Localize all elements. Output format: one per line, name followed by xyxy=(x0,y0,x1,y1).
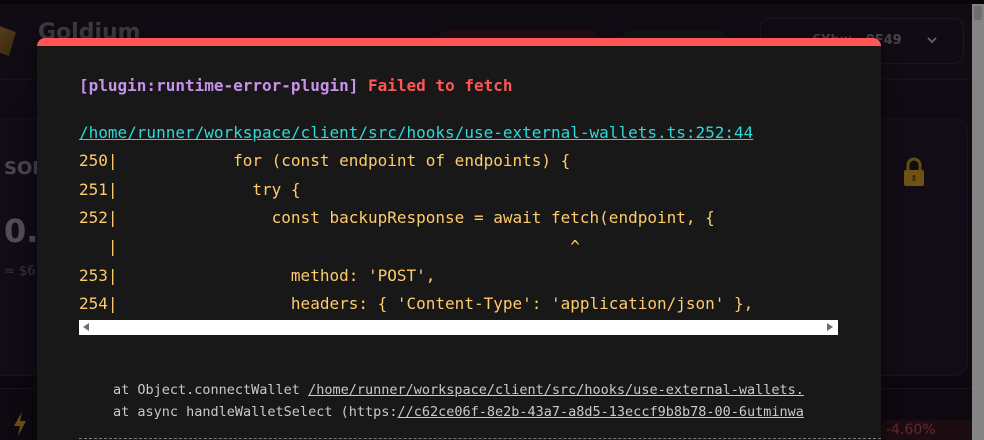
code-line: 251| try { xyxy=(79,179,301,199)
error-overlay: [plugin:runtime-error-plugin] Failed to … xyxy=(37,38,881,440)
stack-frame-text: at async handleWalletSelect (https: xyxy=(113,404,398,420)
stack-trace: at Object.connectWallet /home/runner/wor… xyxy=(113,379,804,423)
scroll-right-icon[interactable] xyxy=(827,323,833,331)
error-text: Failed to fetch xyxy=(368,76,513,95)
code-line: 250| for (const endpoint of endpoints) { xyxy=(79,151,571,170)
stack-frame-link[interactable]: //c62ce06f-8e2b-43a7-a8d5-13eccf9b8b78-0… xyxy=(397,404,803,420)
stack-frame: at async handleWalletSelect (https://c62… xyxy=(113,401,804,423)
error-message: [plugin:runtime-error-plugin] Failed to … xyxy=(79,76,513,95)
error-file-link[interactable]: /home/runner/workspace/client/src/hooks/… xyxy=(79,123,753,142)
code-line: 254| headers: { 'Content-Type': 'applica… xyxy=(79,294,754,314)
code-line: 253| method: 'POST', xyxy=(79,265,436,285)
stack-frame-text: at Object.connectWallet xyxy=(113,382,309,398)
code-frame-scrollbar[interactable] xyxy=(79,320,838,335)
divider xyxy=(79,438,881,439)
stack-frame-link[interactable]: /home/runner/workspace/client/src/hooks/… xyxy=(308,382,804,398)
stack-frame: at Object.connectWallet /home/runner/wor… xyxy=(113,379,804,401)
error-caret-line: | ^ xyxy=(79,237,580,257)
plugin-name: [plugin:runtime-error-plugin] xyxy=(79,76,359,95)
scroll-left-icon[interactable] xyxy=(83,323,89,331)
code-line: 252| const backupResponse = await fetch(… xyxy=(79,208,715,228)
code-frame: 250| for (const endpoint of endpoints) {… xyxy=(79,147,838,322)
